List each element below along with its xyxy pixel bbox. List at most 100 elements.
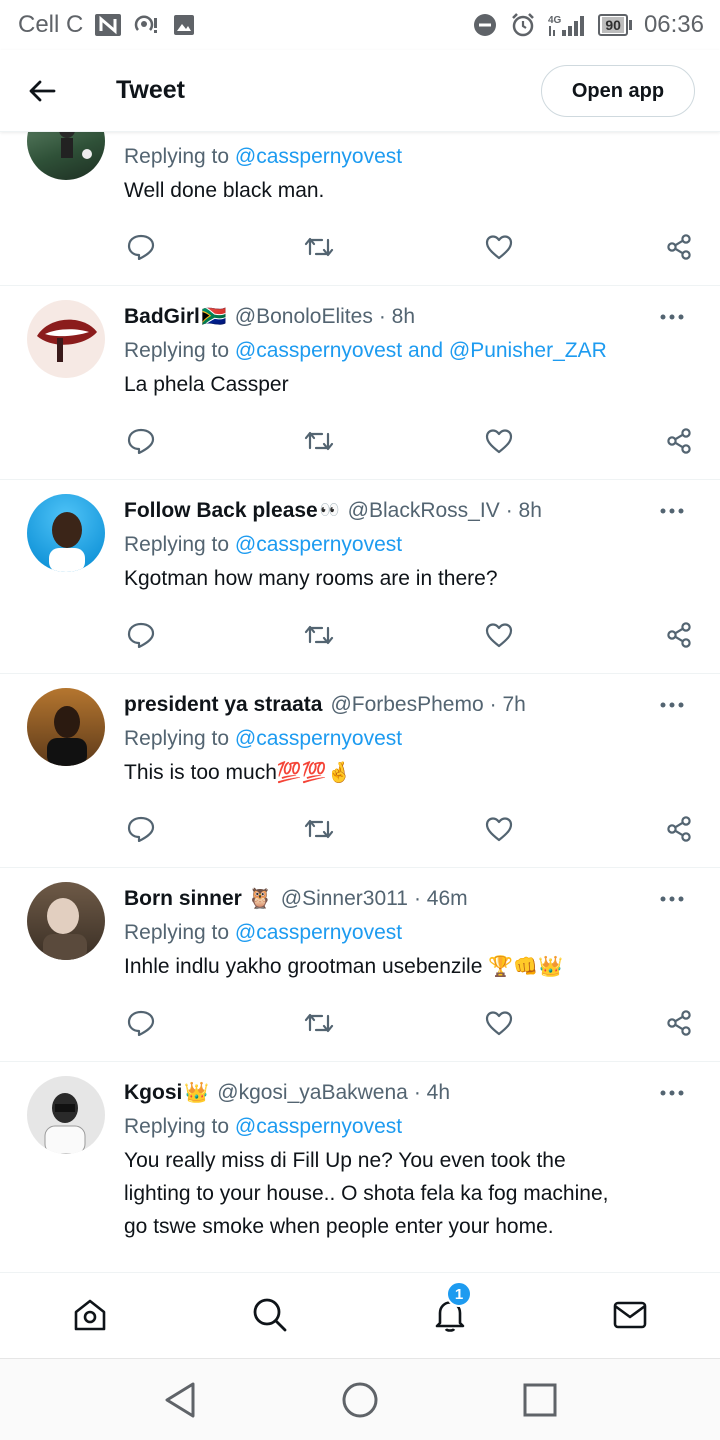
retweet-icon[interactable] [302,618,336,652]
retweet-icon[interactable] [302,812,336,846]
avatar[interactable] [27,300,105,378]
tweet[interactable]: Follow Back please 👀 @BlackRoss_IV · 8h … [0,480,720,674]
more-options-icon[interactable] [652,690,692,720]
like-icon[interactable] [482,424,516,458]
image-icon [171,12,197,38]
tweet-body: Born sinner 🦉 @Sinner3011 · 46m Replying… [124,882,700,984]
reply-mention[interactable]: @casspernyovest [235,1115,402,1138]
reply-and: and [407,339,444,362]
n-icon [95,12,122,38]
tweet-body: BadGirl 🇿🇦 @BonoloElites · 8h Replying t… [124,300,700,401]
reply-mention[interactable]: @casspernyovest [235,727,402,750]
author-name[interactable]: Follow Back please [124,494,318,528]
tweet-text: This is too much💯💯🤞 [124,756,700,790]
like-icon[interactable] [482,230,516,264]
author-handle[interactable]: @BonoloElites [235,300,373,334]
signal-icon: 4G [548,12,586,38]
tweet-time[interactable]: · 46m [414,882,468,916]
reply-mention[interactable]: @casspernyovest [235,339,402,362]
tweet[interactable]: Born sinner 🦉 @Sinner3011 · 46m Replying… [0,868,720,1062]
back-arrow-icon[interactable] [18,67,66,115]
reply-mention[interactable]: @casspernyovest [235,533,402,556]
carrier-label: Cell C [18,11,84,38]
reply-icon[interactable] [124,424,158,458]
tweet-time[interactable]: · 8h [506,494,542,528]
tweet-actions [124,812,696,852]
open-app-button[interactable]: Open app [541,65,695,117]
tweet-time[interactable]: · 7h [490,688,526,722]
tweet-actions [124,618,696,658]
avatar[interactable] [27,688,105,766]
tweet-text: You really miss di Fill Up ne? You even … [124,1144,700,1243]
author-name[interactable]: BadGirl [124,300,200,334]
battery-level: 90 [602,17,624,33]
tweet[interactable]: BadGirl 🇿🇦 @BonoloElites · 8h Replying t… [0,286,720,480]
avatar[interactable] [27,882,105,960]
reply-icon[interactable] [124,1006,158,1040]
tweet-body: president ya straata @ForbesPhemo · 7h R… [124,688,700,790]
tweet-text: Inhle indlu yakho grootman usebenzile 🏆👊… [124,950,700,984]
share-icon[interactable] [662,424,696,458]
tweet-body: Follow Back please 👀 @BlackRoss_IV · 8h … [124,494,700,595]
avatar[interactable] [27,494,105,572]
tweet-text: La phela Cassper [124,373,289,396]
author-handle[interactable]: @ForbesPhemo [330,688,483,722]
tweet-meta: Born sinner 🦉 @Sinner3011 · 46m [124,882,700,916]
tweet-time[interactable]: · 4h [414,1076,450,1110]
alarm-icon [510,12,536,38]
author-handle[interactable]: @kgosi_yaBakwena [217,1076,408,1110]
home-circle-icon[interactable] [340,1380,380,1420]
reply-icon[interactable] [124,812,158,846]
tweet[interactable]: president ya straata @ForbesPhemo · 7h R… [0,674,720,868]
avatar[interactable] [27,1076,105,1154]
retweet-icon[interactable] [302,424,336,458]
eyes-emoji: 👀 [319,502,340,519]
more-options-icon[interactable] [652,302,692,332]
like-icon[interactable] [482,812,516,846]
tweet[interactable]: Kgosi 👑 @kgosi_yaBakwena · 4h Replying t… [0,1062,720,1272]
author-name[interactable]: Born sinner [124,882,242,916]
more-options-icon[interactable] [652,496,692,526]
replying-label: Replying to [124,1115,230,1138]
like-icon[interactable] [482,1006,516,1040]
reply-icon[interactable] [124,230,158,264]
recents-square-icon[interactable] [520,1380,560,1420]
tweet-meta: president ya straata @ForbesPhemo · 7h [124,688,700,722]
share-icon[interactable] [662,618,696,652]
author-name[interactable]: president ya straata [124,688,322,722]
more-options-icon[interactable] [652,884,692,914]
reply-mention[interactable]: @casspernyovest [235,921,402,944]
author-name[interactable]: Kgosi [124,1076,182,1110]
tweet-text-main: Inhle indlu yakho grootman usebenzile [124,955,483,978]
reply-mention-2[interactable]: @Punisher_ZAR [449,339,607,362]
tweet-text-line: You really miss di Fill Up ne? You even … [124,1149,566,1172]
notifications-icon[interactable]: 1 [430,1281,472,1335]
reply-icon[interactable] [124,618,158,652]
share-icon[interactable] [662,230,696,264]
dnd-icon [472,12,498,38]
author-handle[interactable]: @BlackRoss_IV [348,494,500,528]
home-icon[interactable] [70,1295,110,1335]
flag-emoji: 🇿🇦 [201,306,227,328]
search-icon[interactable] [250,1295,290,1335]
replies-feed[interactable]: Replying to @casspernyovest Well done bl… [0,132,720,1272]
messages-icon[interactable] [610,1295,650,1335]
replying-to: Replying to @casspernyovest [124,722,700,756]
tweet-text-emoji: 🏆👊👑 [488,956,563,978]
avatar[interactable] [27,132,105,180]
replying-to: Replying to @casspernyovest [124,140,700,174]
retweet-icon[interactable] [302,230,336,264]
share-icon[interactable] [662,812,696,846]
replying-label: Replying to [124,145,230,168]
reply-mention[interactable]: @casspernyovest [235,145,402,168]
tweet-time[interactable]: · 8h [379,300,415,334]
retweet-icon[interactable] [302,1006,336,1040]
tweet-body: Replying to @casspernyovest Well done bl… [124,140,700,207]
share-icon[interactable] [662,1006,696,1040]
back-triangle-icon[interactable] [160,1380,200,1420]
replying-to: Replying to @casspernyovest and @Punishe… [124,334,700,368]
like-icon[interactable] [482,618,516,652]
more-options-icon[interactable] [652,1078,692,1108]
author-handle[interactable]: @Sinner3011 [281,882,408,916]
tweet[interactable]: Replying to @casspernyovest Well done bl… [0,132,720,286]
